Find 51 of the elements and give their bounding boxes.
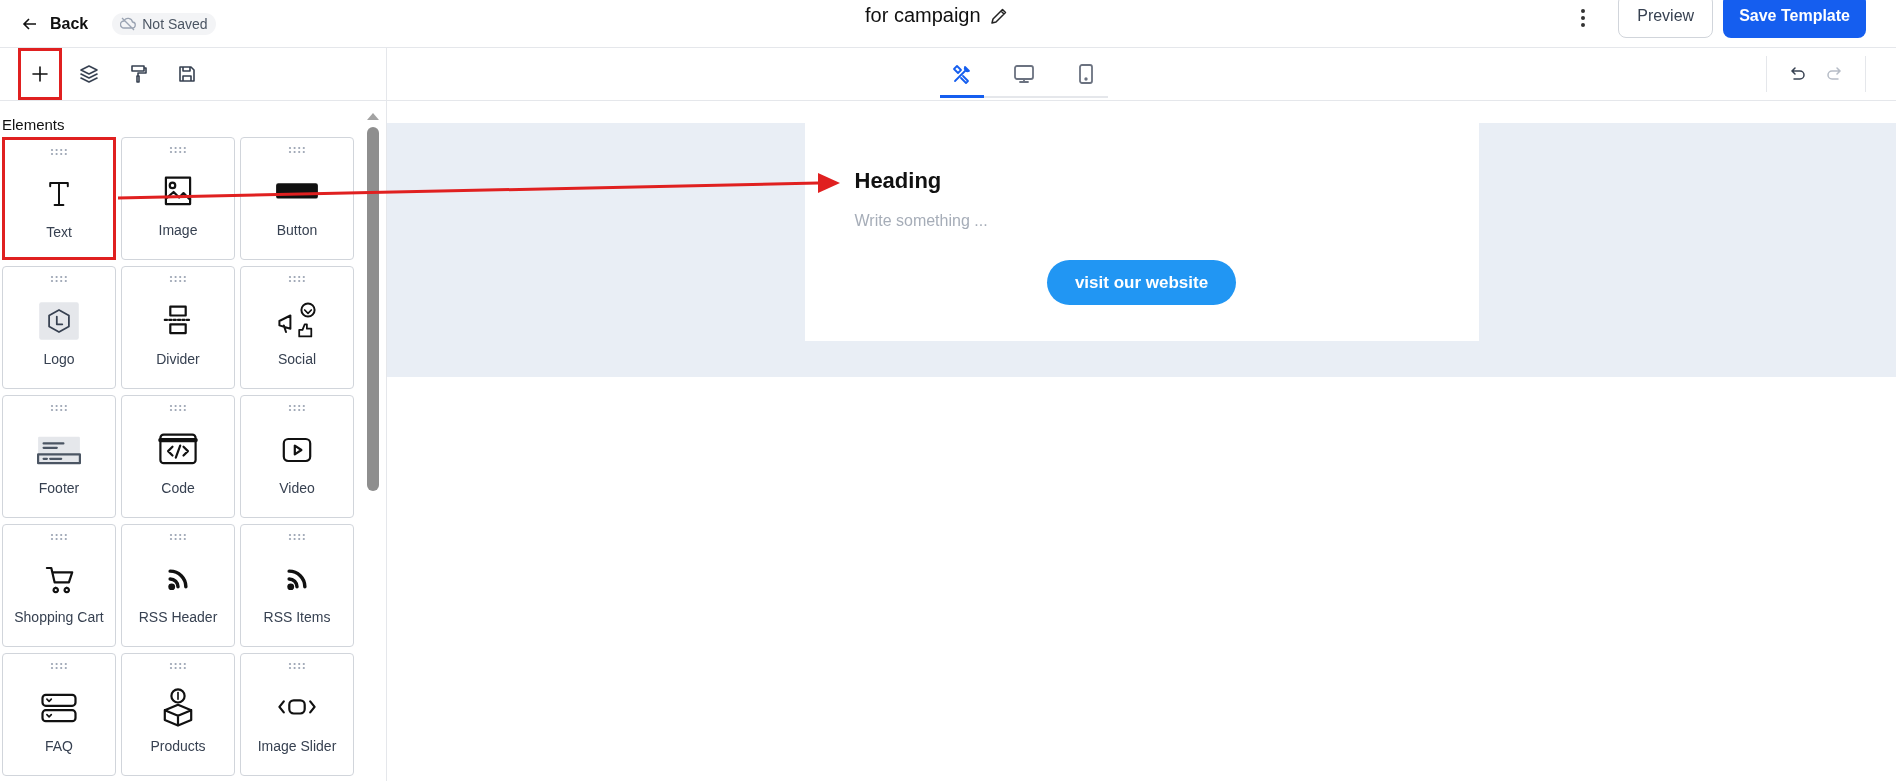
drag-handle-icon[interactable] bbox=[169, 533, 187, 541]
layers-icon bbox=[78, 63, 100, 85]
element-tile[interactable]: Logo bbox=[2, 266, 116, 389]
element-tile[interactable]: FAQ bbox=[2, 653, 116, 776]
drag-handle-icon[interactable] bbox=[50, 275, 68, 283]
scroll-up-icon[interactable] bbox=[366, 111, 380, 121]
element-tile[interactable]: Divider bbox=[121, 266, 235, 389]
element-tile[interactable]: Code bbox=[121, 395, 235, 518]
preview-button[interactable]: Preview bbox=[1618, 0, 1714, 38]
element-tile[interactable]: Shopping Cart bbox=[2, 524, 116, 647]
template-title: for campaign bbox=[865, 4, 981, 27]
tools-icon bbox=[950, 62, 973, 85]
drag-handle-icon[interactable] bbox=[169, 146, 187, 154]
logo-icon bbox=[37, 301, 81, 341]
rss-icon bbox=[167, 568, 189, 590]
element-tile[interactable]: Button bbox=[240, 137, 354, 260]
save-status-badge: Not Saved bbox=[112, 12, 216, 35]
element-tile[interactable]: RSS Items bbox=[240, 524, 354, 647]
drag-handle-icon[interactable] bbox=[288, 275, 306, 283]
element-tile[interactable]: Text bbox=[2, 137, 116, 260]
back-button[interactable]: Back bbox=[18, 10, 93, 37]
tool-button[interactable] bbox=[18, 48, 62, 100]
element-tile[interactable]: RSS Header bbox=[121, 524, 235, 647]
drag-handle-icon[interactable] bbox=[50, 662, 68, 670]
desktop-icon bbox=[1012, 62, 1035, 85]
element-tile[interactable]: Video bbox=[240, 395, 354, 518]
drag-handle-icon[interactable] bbox=[288, 404, 306, 412]
section-title: Elements bbox=[2, 118, 65, 132]
save-icon bbox=[176, 63, 198, 85]
drag-handle-icon[interactable] bbox=[288, 146, 306, 154]
element-tile[interactable]: Products bbox=[121, 653, 235, 776]
drag-handle-icon[interactable] bbox=[288, 533, 306, 541]
heading-text[interactable]: Heading bbox=[854, 168, 1429, 194]
save-template-button[interactable]: Save Template bbox=[1723, 0, 1866, 38]
drag-handle-icon[interactable] bbox=[50, 148, 68, 156]
element-tile[interactable]: Social bbox=[240, 266, 354, 389]
drag-handle-icon[interactable] bbox=[50, 533, 68, 541]
element-tile[interactable]: Image bbox=[121, 137, 235, 260]
more-icon[interactable] bbox=[1580, 8, 1587, 28]
drag-handle-icon[interactable] bbox=[169, 275, 187, 283]
drag-handle-icon[interactable] bbox=[169, 662, 187, 670]
element-tile[interactable]: Image Slider bbox=[240, 653, 354, 776]
drag-handle-icon[interactable] bbox=[288, 662, 306, 670]
add-icon bbox=[29, 63, 51, 85]
scrollbar[interactable] bbox=[365, 111, 381, 491]
rss-icon bbox=[286, 568, 308, 590]
drag-handle-icon[interactable] bbox=[50, 404, 68, 412]
undo-icon[interactable] bbox=[1789, 65, 1807, 83]
back-arrow-icon bbox=[22, 15, 38, 32]
drag-handle-icon[interactable] bbox=[169, 404, 187, 412]
element-tile[interactable]: Footer bbox=[2, 395, 116, 518]
